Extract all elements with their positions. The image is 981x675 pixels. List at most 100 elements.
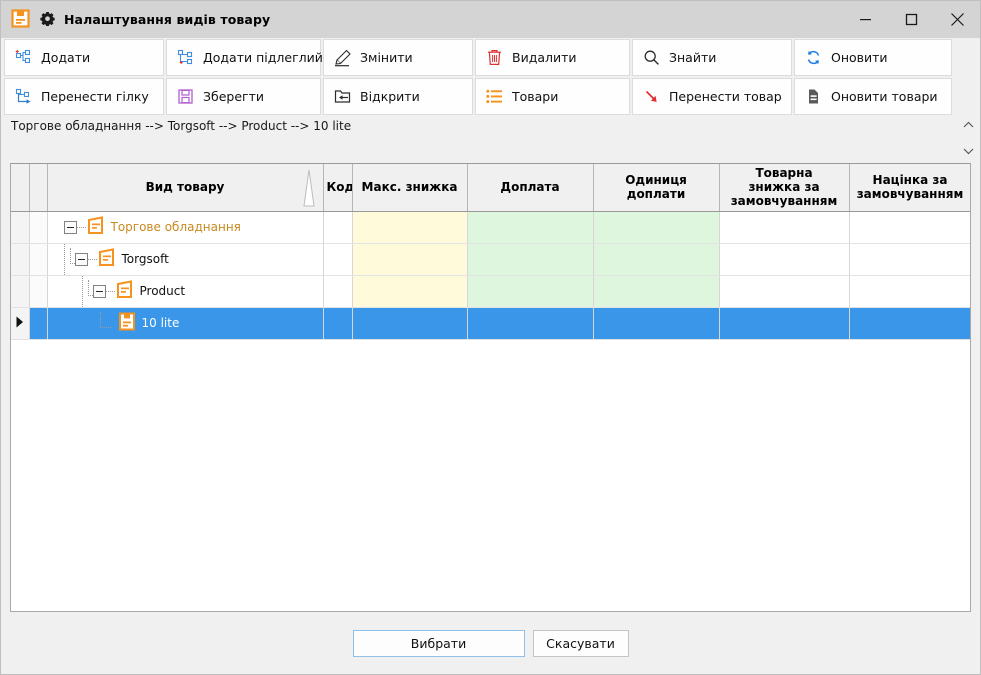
refresh-icon — [804, 48, 823, 67]
collapse-toggle[interactable] — [93, 285, 106, 298]
row-default-markup[interactable] — [849, 211, 971, 243]
row-default-markup[interactable] — [849, 243, 971, 275]
row-surcharge-unit[interactable] — [593, 243, 719, 275]
row-default-goods-discount[interactable] — [719, 211, 849, 243]
chevron-up-icon[interactable] — [963, 120, 974, 130]
move-branch-button[interactable]: Перенести гілку — [4, 78, 164, 115]
row-max-discount[interactable] — [352, 211, 467, 243]
close-button[interactable] — [934, 1, 980, 38]
tree-line — [88, 259, 97, 260]
row-name-label: Product — [140, 284, 186, 298]
row-surcharge-unit[interactable] — [593, 275, 719, 307]
row-surcharge[interactable] — [467, 243, 593, 275]
edit-button[interactable]: Змінити — [323, 39, 473, 76]
header-default-goods-discount-label: Товарна знижка за замовчуванням — [731, 166, 838, 208]
sort-ascending-icon — [301, 168, 317, 211]
row-name-cell[interactable]: Product — [47, 275, 323, 307]
add-button[interactable]: Додати — [4, 39, 164, 76]
minimize-button[interactable] — [842, 1, 888, 38]
header-max-discount[interactable]: Макс. знижка — [352, 164, 467, 211]
open-button[interactable]: Відкрити — [323, 78, 473, 115]
row-default-markup[interactable] — [849, 307, 971, 339]
save-button[interactable]: Зберегти — [166, 78, 321, 115]
delete-button-label: Видалити — [512, 50, 577, 65]
refresh-docs-icon — [804, 87, 823, 106]
find-button[interactable]: Знайти — [632, 39, 792, 76]
row-indicator — [11, 211, 29, 243]
row-name-label: Торгове обладнання — [111, 220, 241, 234]
row-surcharge-unit[interactable] — [593, 307, 719, 339]
row-code[interactable] — [323, 243, 352, 275]
row-surcharge[interactable] — [467, 211, 593, 243]
cancel-button[interactable]: Скасувати — [533, 630, 629, 657]
refresh-button-label: Оновити — [831, 50, 888, 65]
window-controls — [842, 1, 980, 38]
move-item-arrow-icon — [642, 87, 661, 106]
row-name-label: 10 lite — [142, 316, 180, 330]
header-surcharge-unit[interactable]: Одиниця доплати — [593, 164, 719, 211]
grid-table: Вид товару Код Макс. знижка Доплата Один… — [11, 164, 971, 340]
tree-line — [106, 291, 115, 292]
row-default-markup[interactable] — [849, 275, 971, 307]
edit-button-label: Змінити — [360, 50, 413, 65]
goods-button[interactable]: Товари — [475, 78, 630, 115]
row-name-cell[interactable]: 10 lite — [47, 307, 323, 339]
row-code[interactable] — [323, 211, 352, 243]
row-max-discount[interactable] — [352, 243, 467, 275]
row-indicator — [11, 307, 29, 339]
maximize-button[interactable] — [888, 1, 934, 38]
row-name-cell[interactable]: Торгове обладнання — [47, 211, 323, 243]
row-surcharge-unit[interactable] — [593, 211, 719, 243]
table-row[interactable]: Торгове обладнання — [11, 211, 971, 243]
header-default-markup[interactable]: Націнка за замовчуванням — [849, 164, 971, 211]
header-default-goods-discount[interactable]: Товарна знижка за замовчуванням — [719, 164, 849, 211]
select-button[interactable]: Вибрати — [353, 630, 525, 657]
row-surcharge[interactable] — [467, 275, 593, 307]
header-surcharge[interactable]: Доплата — [467, 164, 593, 211]
product-types-grid[interactable]: Вид товару Код Макс. знижка Доплата Один… — [10, 163, 971, 612]
row-name-label: Torgsoft — [122, 252, 169, 266]
floppy-save-icon — [176, 87, 195, 106]
row-surcharge[interactable] — [467, 307, 593, 339]
save-button-label: Зберегти — [203, 89, 264, 104]
toolbar: Додати Додати підлеглий — [1, 38, 980, 116]
move-item-button[interactable]: Перенести товар — [632, 78, 792, 115]
row-expander-cell — [29, 307, 47, 339]
header-code[interactable]: Код — [323, 164, 352, 211]
table-row[interactable]: Torgsoft — [11, 243, 971, 275]
title-bar: Налаштування видів товару — [1, 1, 980, 38]
folder-card-icon — [86, 215, 106, 239]
row-name-cell[interactable]: Torgsoft — [47, 243, 323, 275]
open-button-label: Відкрити — [360, 89, 420, 104]
row-default-goods-discount[interactable] — [719, 275, 849, 307]
add-child-button[interactable]: Додати підлеглий — [166, 39, 321, 76]
header-name[interactable]: Вид товару — [47, 164, 323, 211]
move-branch-icon — [14, 87, 33, 106]
row-max-discount[interactable] — [352, 275, 467, 307]
refresh-goods-button[interactable]: Оновити товари — [794, 78, 952, 115]
row-code[interactable] — [323, 307, 352, 339]
folder-card-icon — [97, 247, 117, 271]
row-max-discount[interactable] — [352, 307, 467, 339]
row-code[interactable] — [323, 275, 352, 307]
chevron-down-icon[interactable] — [963, 147, 974, 157]
row-default-goods-discount[interactable] — [719, 243, 849, 275]
list-icon — [485, 87, 504, 106]
table-row[interactable]: 10 lite — [11, 307, 971, 339]
delete-button[interactable]: Видалити — [475, 39, 630, 76]
refresh-button[interactable]: Оновити — [794, 39, 952, 76]
row-default-goods-discount[interactable] — [719, 307, 849, 339]
window-title: Налаштування видів товару — [64, 12, 270, 27]
open-folder-icon — [333, 87, 352, 106]
row-indicator — [11, 275, 29, 307]
breadcrumb: Торгове обладнання --> Torgsoft --> Prod… — [4, 116, 960, 163]
collapse-toggle[interactable] — [75, 253, 88, 266]
table-row[interactable]: Product — [11, 275, 971, 307]
collapse-toggle[interactable] — [64, 221, 77, 234]
gear-icon — [40, 11, 55, 29]
header-code-label: Код — [327, 180, 353, 194]
pencil-icon — [333, 48, 352, 67]
card-save-icon — [10, 8, 31, 32]
refresh-goods-button-label: Оновити товари — [831, 89, 938, 104]
header-max-discount-label: Макс. знижка — [362, 180, 458, 194]
